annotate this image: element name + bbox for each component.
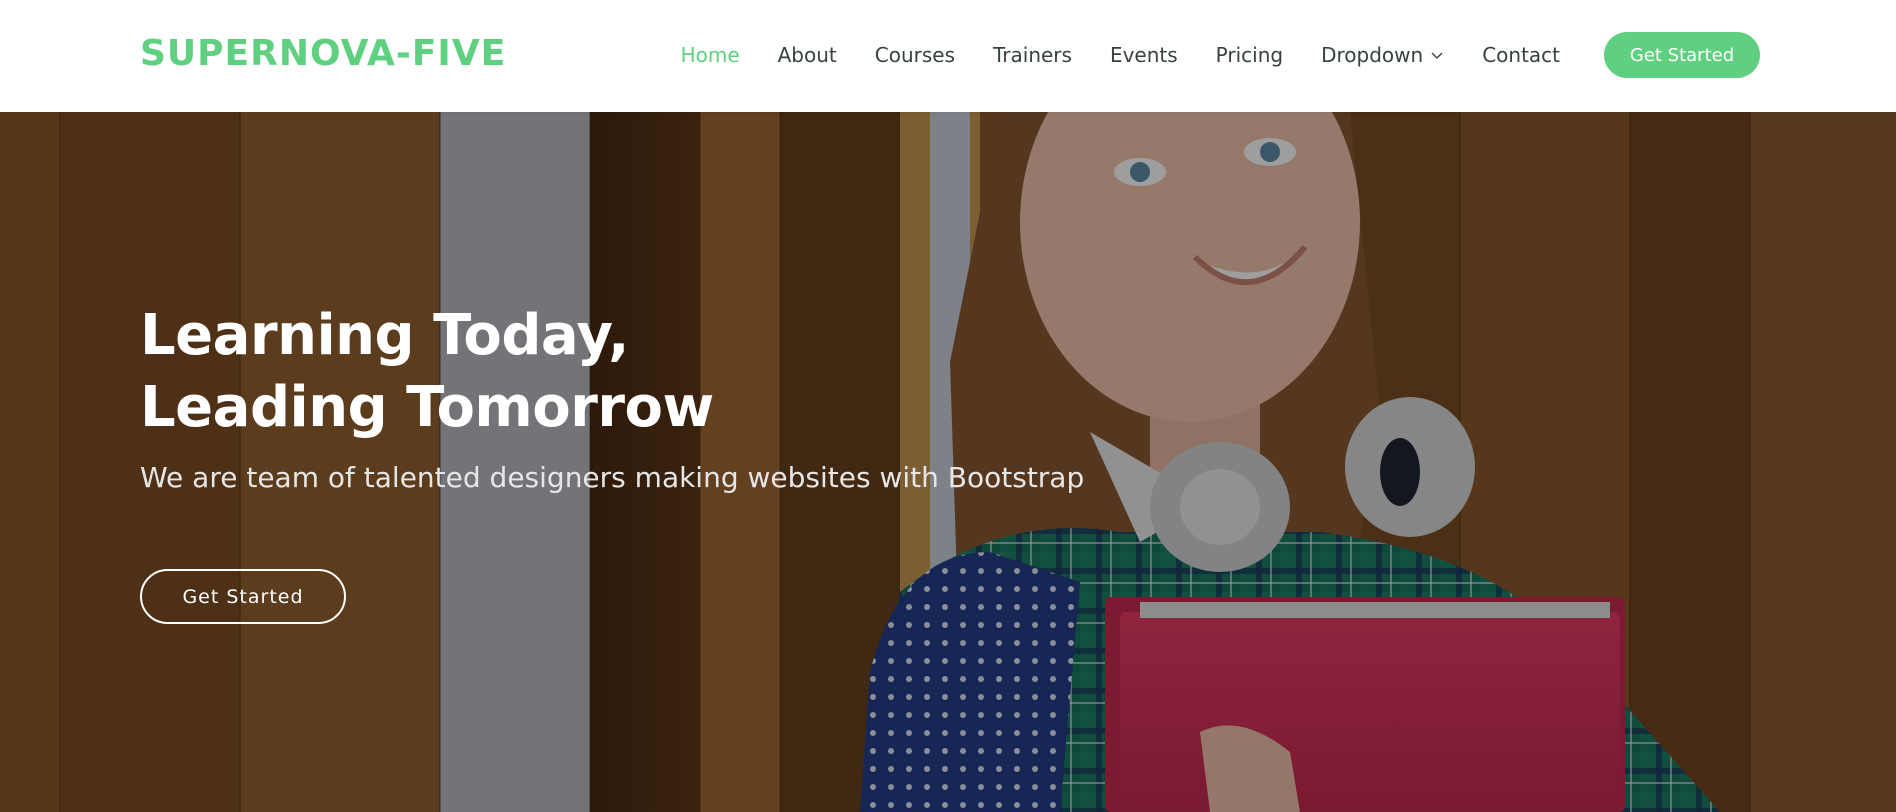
nav-item-contact[interactable]: Contact	[1482, 43, 1560, 67]
site-header: SUPERNOVA-FIVE Home About Courses Traine…	[0, 0, 1896, 112]
nav-item-label: Pricing	[1215, 43, 1284, 67]
nav-item-courses[interactable]: Courses	[875, 43, 955, 67]
nav-item-label: Dropdown	[1321, 43, 1424, 67]
hero-content: Learning Today, Leading Tomorrow We are …	[140, 300, 1140, 498]
chevron-down-icon	[1431, 52, 1443, 59]
hero-get-started-button[interactable]: Get Started	[140, 569, 346, 624]
nav-item-trainers[interactable]: Trainers	[993, 43, 1072, 67]
nav-item-label: Events	[1109, 43, 1178, 67]
nav-item-label: Courses	[874, 43, 956, 67]
hero-subtitle: We are team of talented designers making…	[140, 461, 1085, 494]
hero-title-line-1: Learning Today,	[140, 303, 629, 368]
nav-item-label: Trainers	[993, 43, 1072, 67]
nav-item-label: Contact	[1482, 43, 1560, 67]
site-logo[interactable]: SUPERNOVA-FIVE	[140, 32, 506, 76]
nav-item-pricing[interactable]: Pricing	[1216, 43, 1283, 67]
hero-title: Learning Today, Leading Tomorrow	[140, 300, 1140, 444]
nav-item-label: Home	[680, 43, 740, 67]
nav-item-label: About	[777, 43, 837, 67]
nav-item-dropdown[interactable]: Dropdown	[1321, 43, 1444, 67]
nav-item-home[interactable]: Home	[681, 43, 740, 67]
nav-item-about[interactable]: About	[778, 43, 837, 67]
hero-title-line-2: Leading Tomorrow	[140, 375, 714, 440]
get-started-button[interactable]: Get Started	[1604, 32, 1760, 78]
hero-section: Learning Today, Leading Tomorrow We are …	[0, 112, 1896, 812]
nav-item-events[interactable]: Events	[1110, 43, 1178, 67]
main-nav: Home About Courses Trainers Events Prici…	[681, 32, 1560, 78]
